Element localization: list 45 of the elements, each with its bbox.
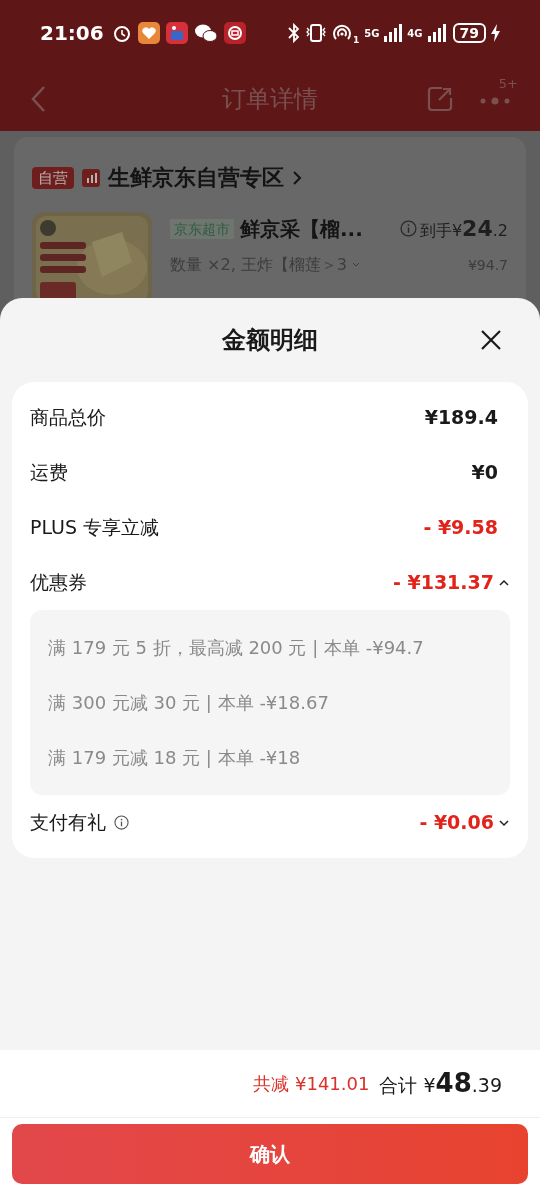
confirm-button[interactable]: 确认 [12,1124,528,1184]
close-icon[interactable] [480,329,502,351]
supermarket-tag: 京东超市 [170,218,234,239]
row-value: ¥0 [471,460,498,486]
row-label: 运费 [30,460,68,486]
signal-icon [427,24,446,42]
row-label: PLUS 专享立减 [30,515,160,541]
more-icon[interactable] [480,95,510,106]
coupon-detail: 满 179 元 5 折，最高减 200 元 | 本单 -¥94.7 [48,636,425,660]
row-value: - ¥0.06 [419,810,494,836]
vibrate-icon [304,23,327,43]
bluetooth-icon [287,23,300,43]
notification-count: 5+ [498,74,518,93]
signal-icon [384,24,403,42]
row-label: 商品总价 [30,405,106,431]
chevron-right-icon[interactable] [292,169,302,186]
charging-icon [491,24,500,42]
row-label: 支付有礼 [30,810,106,836]
back-icon[interactable] [30,84,46,113]
info-icon[interactable] [114,815,129,830]
alarm-icon [111,23,132,43]
sheet-title: 金额明细 [222,325,318,356]
final-price: 到手¥24.2 [419,215,508,243]
product-name[interactable]: 鲜京采【榴... [240,213,363,244]
page-title: 订单详情 [222,83,318,115]
total-savings: 共减 ¥141.01 [253,1072,370,1096]
heart-app-icon [137,22,160,44]
total-amount: 合计 ¥48.39 [379,1067,502,1100]
row-value: - ¥131.37 [392,570,494,596]
network-type: 5G [364,26,380,41]
coupon-detail: 满 179 元减 18 元 | 本单 -¥18 [48,746,302,770]
self-operated-tag: 自营 [32,166,74,189]
row-label: 优惠券 [30,570,87,596]
store-name[interactable]: 生鲜京东自营专区 [108,161,284,194]
network-type: 4G [407,26,423,41]
coupon-detail: 满 300 元减 30 元 | 本单 -¥18.67 [48,691,330,715]
chart-tag-icon [82,168,100,187]
row-value: ¥189.4 [424,405,498,431]
sim-number: 1 [352,34,360,48]
share-icon[interactable] [426,84,454,113]
chat-app-icon [193,23,218,43]
clock: 21:06 [40,20,104,47]
bank-app-icon [223,22,246,44]
row-value: - ¥9.58 [423,515,498,541]
battery-level: 79 [452,23,486,43]
